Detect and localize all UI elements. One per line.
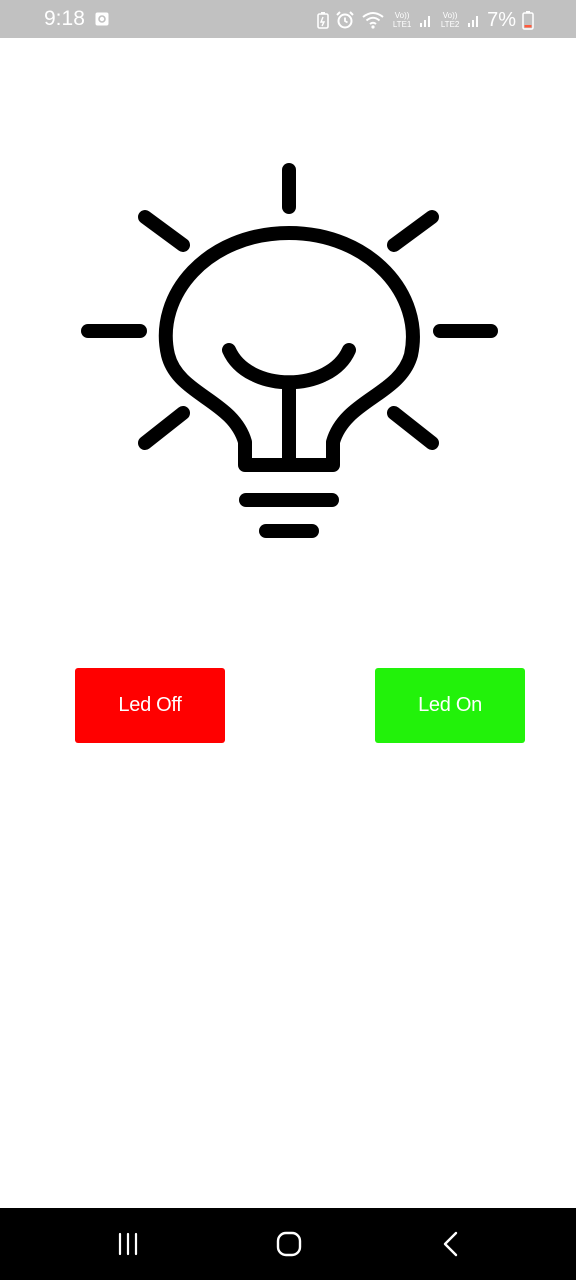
lightbulb-icon [81,163,498,538]
wifi-icon [362,12,384,29]
home-button[interactable] [239,1208,339,1280]
home-icon [276,1231,302,1257]
battery-saver-icon [317,12,329,29]
sim2-label: Vo)) LTE2 [440,11,460,29]
app-screen: 9:18 Vo)) LTE1 Vo)) LTE2 7% Led Off Led … [0,0,576,1280]
alarm-icon [336,11,354,29]
battery-percentage: 7% [487,9,516,31]
battery-icon [522,11,534,30]
gallery-icon [95,12,109,26]
sim1-label: Vo)) LTE1 [392,11,412,29]
back-button[interactable] [401,1208,501,1280]
status-icons: Vo)) LTE1 Vo)) LTE2 7% [317,7,534,33]
led-on-button[interactable]: Led On [375,668,525,743]
signal-icon [420,16,431,27]
signal-icon [468,16,479,27]
back-icon [443,1231,458,1257]
status-time: 9:18 [44,7,85,30]
recents-icon [118,1232,138,1256]
recents-button[interactable] [78,1208,178,1280]
navigation-bar [0,1208,576,1280]
status-bar: 9:18 Vo)) LTE1 Vo)) LTE2 7% [0,0,576,38]
led-off-button[interactable]: Led Off [75,668,225,743]
